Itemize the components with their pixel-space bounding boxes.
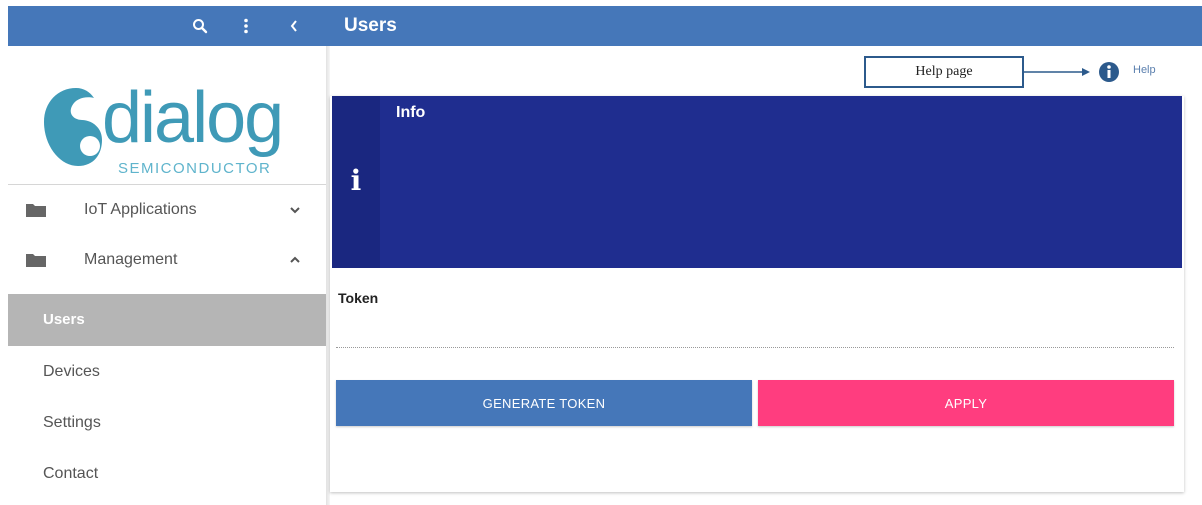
more-vert-icon[interactable] bbox=[232, 6, 260, 46]
sidebar-item-label: Users bbox=[43, 311, 85, 328]
sidebar-item-contact[interactable]: Contact bbox=[8, 448, 326, 500]
page-title: Users bbox=[344, 15, 397, 36]
sidebar-group-label: IoT Applications bbox=[84, 201, 197, 218]
sidebar-group-management[interactable]: Management bbox=[8, 235, 326, 285]
sidebar-item-label: Settings bbox=[43, 414, 101, 431]
sidebar-item-devices[interactable]: Devices bbox=[8, 346, 326, 398]
help-link[interactable]: Help bbox=[1133, 64, 1156, 76]
search-icon[interactable] bbox=[186, 6, 214, 46]
help-page-callout: Help page bbox=[864, 56, 1024, 88]
sidebar-item-label: Devices bbox=[43, 363, 100, 380]
dialog-logo-mark bbox=[44, 88, 102, 166]
sidebar-item-label: Contact bbox=[43, 465, 99, 482]
folder-icon bbox=[26, 252, 46, 267]
chevron-down-icon bbox=[288, 203, 302, 217]
sidebar: dialog SEMICONDUCTOR IoT Applications Ma… bbox=[8, 46, 326, 505]
logo-wordmark: dialog bbox=[102, 78, 284, 158]
dialog-logo: dialog SEMICONDUCTOR bbox=[38, 76, 300, 196]
apply-button[interactable]: APPLY bbox=[758, 380, 1174, 426]
chevron-up-icon bbox=[288, 253, 302, 267]
sidebar-group-label: Management bbox=[84, 251, 178, 268]
generate-token-button[interactable]: GENERATE TOKEN bbox=[336, 380, 752, 426]
app-frame: Users dialog SEMICONDUCTOR IoT Applicati… bbox=[0, 0, 1202, 505]
info-strip: i bbox=[332, 96, 380, 268]
token-input[interactable] bbox=[336, 308, 1174, 348]
info-title: Info bbox=[396, 104, 426, 121]
info-panel: i Info bbox=[332, 96, 1182, 268]
callout-arrow bbox=[1024, 68, 1090, 76]
main-card: i Info Token GENERATE TOKEN APPLY bbox=[330, 96, 1184, 492]
folder-icon bbox=[26, 202, 46, 217]
sidebar-item-users[interactable]: Users bbox=[8, 294, 326, 346]
info-glyph-icon: i bbox=[350, 164, 362, 197]
info-icon[interactable] bbox=[1098, 61, 1120, 83]
sidebar-item-settings[interactable]: Settings bbox=[8, 397, 326, 449]
token-label: Token bbox=[338, 290, 379, 306]
sidebar-group-iot-applications[interactable]: IoT Applications bbox=[8, 185, 326, 235]
chevron-left-icon[interactable] bbox=[280, 6, 308, 46]
top-app-bar: Users bbox=[8, 6, 1202, 46]
logo-subtitle: SEMICONDUCTOR bbox=[118, 160, 272, 177]
